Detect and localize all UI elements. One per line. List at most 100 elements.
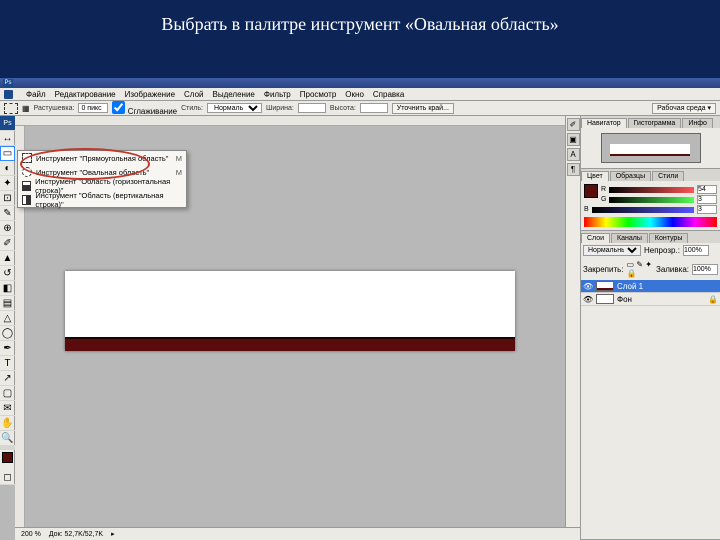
flyout-single-col-marquee[interactable]: Инструмент "Область (вертикальная строка… xyxy=(18,193,186,207)
menu-filter[interactable]: Фильтр xyxy=(264,90,291,99)
menu-select[interactable]: Выделение xyxy=(212,90,254,99)
options-bar: ▦ Растушевка: Сглаживание Стиль: Нормаль… xyxy=(0,101,720,116)
refine-edge-button[interactable]: Уточнить край... xyxy=(392,103,454,114)
heal-tool[interactable]: ⊕ xyxy=(0,221,15,236)
red-value[interactable] xyxy=(697,185,717,194)
antialias-checkbox[interactable]: Сглаживание xyxy=(112,101,177,116)
toolbox: Ps ↔ ▭ ◐ ✦ ⊡ ✎ ⊕ ✐ ▲ ↺ ◧ ▤ △ ◯ ✒ T ↗ ▢ ✉… xyxy=(0,116,15,485)
crop-tool[interactable]: ⊡ xyxy=(0,191,15,206)
ps-tool-icon[interactable]: Ps xyxy=(0,116,15,131)
shape-tool[interactable]: ▢ xyxy=(0,386,15,401)
ellipse-icon xyxy=(22,167,32,177)
marquee-flyout-menu: Инструмент "Прямоугольная область"M Инст… xyxy=(17,150,187,208)
move-tool[interactable]: ↔ xyxy=(0,131,15,146)
eraser-tool[interactable]: ◧ xyxy=(0,281,15,296)
lasso-tool[interactable]: ◐ xyxy=(0,161,15,176)
pen-tool[interactable]: ✒ xyxy=(0,341,15,356)
blend-mode-select[interactable]: Нормальный xyxy=(583,245,641,256)
tab-layers[interactable]: Слои xyxy=(581,233,610,243)
dock-para-icon[interactable]: ¶ xyxy=(567,163,580,176)
layer-row-bg[interactable]: 👁 Фон 🔒 xyxy=(581,293,720,306)
feather-input[interactable] xyxy=(78,103,108,113)
workspace-switcher[interactable]: Рабочая среда ▾ xyxy=(652,103,716,114)
tab-navigator[interactable]: Навигатор xyxy=(581,118,627,128)
brush-tool[interactable]: ✐ xyxy=(0,236,15,251)
tab-styles[interactable]: Стили xyxy=(652,171,684,181)
marquee-tool[interactable]: ▭ xyxy=(0,146,15,161)
hand-tool[interactable]: ✋ xyxy=(0,416,15,431)
stamp-tool[interactable]: ▲ xyxy=(0,251,15,266)
dock-clone-icon[interactable]: ▣ xyxy=(567,133,580,146)
wand-tool[interactable]: ✦ xyxy=(0,176,15,191)
gradient-tool[interactable]: ▤ xyxy=(0,296,15,311)
blue-slider[interactable] xyxy=(592,207,694,213)
doc-info: Док: 52,7K/52,7K xyxy=(49,531,103,538)
visibility-icon[interactable]: 👁 xyxy=(583,282,593,291)
quickmask-toggle[interactable]: ◻ xyxy=(0,470,15,485)
lock-icon: 🔒 xyxy=(708,295,718,304)
green-value[interactable] xyxy=(697,195,717,204)
blur-tool[interactable]: △ xyxy=(0,311,15,326)
app-icon: Ps xyxy=(3,79,13,87)
width-input[interactable] xyxy=(298,103,326,113)
menu-window[interactable]: Окно xyxy=(345,90,364,99)
style-select[interactable]: Нормальный xyxy=(207,103,262,113)
green-slider[interactable] xyxy=(609,197,694,203)
style-label: Стиль: xyxy=(181,105,203,112)
marquee-tool-indicator[interactable] xyxy=(4,103,18,114)
tab-info[interactable]: Инфо xyxy=(682,118,713,128)
status-bar: 200 % Док: 52,7K/52,7K ▸ xyxy=(15,527,580,540)
dock-char-icon[interactable]: A xyxy=(567,148,580,161)
dock-strip: ✐ ▣ A ¶ xyxy=(565,116,580,540)
title-bar: Ps xyxy=(0,78,720,88)
visibility-icon[interactable]: 👁 xyxy=(583,295,593,304)
tab-swatches[interactable]: Образцы xyxy=(610,171,651,181)
row-icon xyxy=(22,181,31,191)
foreground-color-swatch[interactable] xyxy=(584,184,598,198)
height-label: Высота: xyxy=(330,105,356,112)
menu-edit[interactable]: Редактирование xyxy=(55,90,116,99)
dodge-tool[interactable]: ◯ xyxy=(0,326,15,341)
tab-paths[interactable]: Контуры xyxy=(649,233,688,243)
opacity-input[interactable] xyxy=(683,245,709,256)
height-input[interactable] xyxy=(360,103,388,113)
fill-input[interactable] xyxy=(692,264,718,275)
navigator-panel: Навигатор Гистограмма Инфо xyxy=(581,116,720,169)
slide-instruction: Выбрать в палитре инструмент «Овальная о… xyxy=(0,0,720,45)
blue-value[interactable] xyxy=(697,205,717,214)
zoom-level[interactable]: 200 % xyxy=(21,531,41,538)
rectangle-icon xyxy=(22,153,32,163)
layer-row-1[interactable]: 👁 Слой 1 xyxy=(581,280,720,293)
color-spectrum[interactable] xyxy=(584,217,717,227)
color-swatches[interactable] xyxy=(0,450,15,470)
ps-menu-icon[interactable] xyxy=(4,90,13,99)
flyout-rectangular-marquee[interactable]: Инструмент "Прямоугольная область"M xyxy=(18,151,186,165)
menu-file[interactable]: Файл xyxy=(26,90,46,99)
menu-layer[interactable]: Слой xyxy=(184,90,203,99)
tab-channels[interactable]: Каналы xyxy=(611,233,648,243)
tab-color[interactable]: Цвет xyxy=(581,171,609,181)
history-brush-tool[interactable]: ↺ xyxy=(0,266,15,281)
photoshop-window: Ps Файл Редактирование Изображение Слой … xyxy=(0,78,720,540)
ruler-horizontal xyxy=(15,116,580,126)
width-label: Ширина: xyxy=(266,105,294,112)
feather-label: Растушевка: xyxy=(34,105,75,112)
red-slider[interactable] xyxy=(609,187,694,193)
menu-view[interactable]: Просмотр xyxy=(300,90,337,99)
path-tool[interactable]: ↗ xyxy=(0,371,15,386)
menu-image[interactable]: Изображение xyxy=(125,90,175,99)
navigator-thumbnail[interactable] xyxy=(601,133,701,163)
menu-help[interactable]: Справка xyxy=(373,90,404,99)
menu-bar: Файл Редактирование Изображение Слой Выд… xyxy=(0,88,720,101)
layers-panel: Слои Каналы Контуры Нормальный Непрозр.:… xyxy=(581,231,720,540)
notes-tool[interactable]: ✉ xyxy=(0,401,15,416)
eyedropper-tool[interactable]: ✎ xyxy=(0,206,15,221)
panel-dock: Навигатор Гистограмма Инфо Цвет Образцы … xyxy=(580,116,720,540)
color-panel: Цвет Образцы Стили R G B xyxy=(581,169,720,231)
type-tool[interactable]: T xyxy=(0,356,15,371)
document-canvas[interactable] xyxy=(65,271,515,351)
tab-histogram[interactable]: Гистограмма xyxy=(628,118,682,128)
layer-name: Фон xyxy=(617,295,632,304)
dock-brush-icon[interactable]: ✐ xyxy=(567,118,580,131)
zoom-tool[interactable]: 🔍 xyxy=(0,431,15,446)
